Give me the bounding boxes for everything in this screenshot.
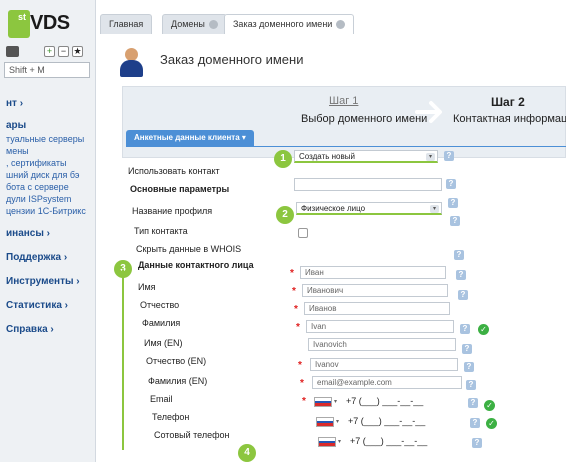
last-name-input[interactable]: Иванов	[304, 302, 450, 315]
basic-params-heading: Основные параметры	[130, 184, 230, 194]
flag-ru-icon[interactable]	[318, 437, 336, 447]
sidebar-item-support[interactable]: Поддержка ›	[6, 252, 67, 263]
help-icon[interactable]: ?	[456, 270, 466, 280]
sidebar-item-finance[interactable]: инансы ›	[6, 228, 50, 239]
sidebar-item-tools[interactable]: Инструменты ›	[6, 276, 80, 287]
step2-text: Контактная информаци	[453, 113, 566, 125]
fax-input[interactable]: ▾ +7 (___) ___-__-__	[318, 436, 478, 449]
mobile-label: Сотовый телефон	[154, 430, 230, 440]
use-contact-select[interactable]: Создать новый ▾	[294, 150, 438, 163]
chevron-down-icon: ▾	[426, 153, 435, 161]
hide-whois-checkbox[interactable]	[298, 228, 308, 238]
help-icon[interactable]: ?	[446, 179, 456, 189]
step-badge-2: 2	[276, 206, 294, 224]
first-name-input[interactable]: Иван	[300, 266, 446, 279]
help-icon[interactable]: ?	[470, 418, 480, 428]
step-badge-1: 1	[274, 150, 292, 168]
tab-domains[interactable]: Домены	[162, 14, 227, 34]
step2-label: Шаг 2	[491, 95, 525, 109]
last-name-en-input[interactable]: Ivanov	[310, 358, 458, 371]
middle-name-en-label: Отчество (EN)	[146, 356, 207, 366]
sidebar-item-server-work[interactable]: бота с сервере	[6, 182, 69, 192]
collapse-icon[interactable]: −	[58, 46, 69, 57]
sidebar-search-input[interactable]: Shift + M	[4, 62, 90, 78]
sidebar-item-account[interactable]: нт ›	[6, 98, 23, 109]
check-icon: ✓	[478, 324, 489, 335]
pin-icon[interactable]: ★	[72, 46, 83, 57]
arrow-right-icon	[415, 101, 442, 123]
email-input[interactable]: email@example.com	[312, 376, 462, 389]
phone-input[interactable]: ▾ +7 (___) ___-__-__	[314, 396, 474, 409]
help-icon[interactable]: ?	[468, 398, 478, 408]
wizard-steps: Шаг 1 Выбор доменного имени Шаг 2 Контак…	[122, 86, 566, 158]
logo: st VDS	[8, 10, 70, 40]
help-icon[interactable]: ?	[464, 362, 474, 372]
step-badge-4: 4	[238, 444, 256, 462]
first-name-label: Имя	[138, 282, 156, 292]
mobile-input[interactable]: ▾ +7 (___) ___-__-__	[316, 416, 476, 429]
flag-ru-icon[interactable]	[316, 417, 334, 427]
help-icon[interactable]: ?	[462, 344, 472, 354]
chevron-down-icon: ▾	[336, 419, 340, 425]
sidebar-item-statistics[interactable]: Статистика ›	[6, 300, 68, 311]
first-name-en-input[interactable]: Ivan	[306, 320, 454, 333]
sidebar-toolbar: + − ★	[6, 46, 90, 60]
profile-name-label: Название профиля	[132, 206, 213, 216]
use-contact-label: Использовать контакт	[128, 166, 220, 176]
sidebar-item-domains[interactable]: мены	[6, 146, 29, 156]
sidebar: st VDS + − ★ Shift + M нт › ары туальные…	[0, 0, 96, 462]
help-icon[interactable]: ?	[454, 250, 464, 260]
user-icon	[118, 48, 144, 78]
help-icon[interactable]: ?	[472, 438, 482, 448]
camera-icon[interactable]	[6, 46, 19, 57]
last-name-en-label: Фамилия (EN)	[148, 376, 208, 386]
tab-home[interactable]: Главная	[100, 14, 153, 34]
first-name-en-label: Имя (EN)	[144, 338, 183, 348]
help-icon[interactable]: ?	[444, 151, 454, 161]
close-icon[interactable]	[208, 20, 218, 30]
profile-name-input[interactable]	[294, 178, 442, 191]
chevron-down-icon: ▾	[334, 399, 338, 405]
logo-text: VDS	[30, 12, 70, 34]
main-content: Заказ доменного имени Шаг 1 Выбор доменн…	[98, 34, 566, 462]
flag-ru-icon[interactable]	[314, 397, 332, 407]
section-toggle[interactable]: Анкетные данные клиента ▾	[126, 130, 254, 146]
tab-domain-order[interactable]: Заказ доменного имени	[224, 14, 355, 34]
help-icon[interactable]: ?	[448, 198, 458, 208]
phone-label: Телефон	[152, 412, 190, 422]
help-icon[interactable]: ?	[458, 290, 468, 300]
help-icon[interactable]: ?	[460, 324, 470, 334]
chevron-down-icon: ▾	[430, 205, 439, 213]
help-icon[interactable]: ?	[450, 216, 460, 226]
check-icon: ✓	[486, 418, 497, 429]
middle-name-label: Отчество	[140, 300, 180, 310]
sidebar-item-help[interactable]: Справка ›	[6, 324, 54, 335]
last-name-label: Фамилия	[142, 318, 181, 328]
contact-type-label: Тип контакта	[134, 226, 188, 236]
step1-text: Выбор доменного имени	[301, 113, 428, 125]
page-title: Заказ доменного имени	[160, 52, 304, 67]
hide-whois-label: Скрыть данные в WHOIS	[136, 244, 242, 254]
sidebar-item-ispsystem[interactable]: дули ISPsystem	[6, 194, 71, 204]
sidebar-item-products[interactable]: ары	[6, 120, 26, 131]
email-label: Email	[150, 394, 173, 404]
check-icon: ✓	[484, 400, 495, 411]
help-icon[interactable]: ?	[466, 380, 476, 390]
middle-name-input[interactable]: Иванович	[302, 284, 448, 297]
chevron-down-icon: ▾	[338, 439, 342, 445]
app-window: st VDS + − ★ Shift + M нт › ары туальные…	[0, 0, 566, 462]
sidebar-item-certificates[interactable]: , сертификаты	[6, 158, 66, 168]
close-icon[interactable]	[336, 20, 346, 30]
expand-icon[interactable]: +	[44, 46, 55, 57]
chevron-down-icon: ▾	[241, 133, 246, 142]
step1-link[interactable]: Шаг 1	[329, 95, 358, 107]
sidebar-item-bitrix[interactable]: цензии 1С-Битрикс	[6, 206, 86, 216]
contact-type-select[interactable]: Физическое лицо ▾	[296, 202, 442, 215]
contact-data-heading: Данные контактного лица	[138, 260, 254, 270]
section-indicator	[122, 270, 124, 450]
sidebar-item-backup[interactable]: шний диск для бэ	[6, 170, 80, 180]
middle-name-en-input[interactable]: Ivanovich	[308, 338, 456, 351]
sidebar-item-vps[interactable]: туальные серверы	[6, 134, 84, 144]
